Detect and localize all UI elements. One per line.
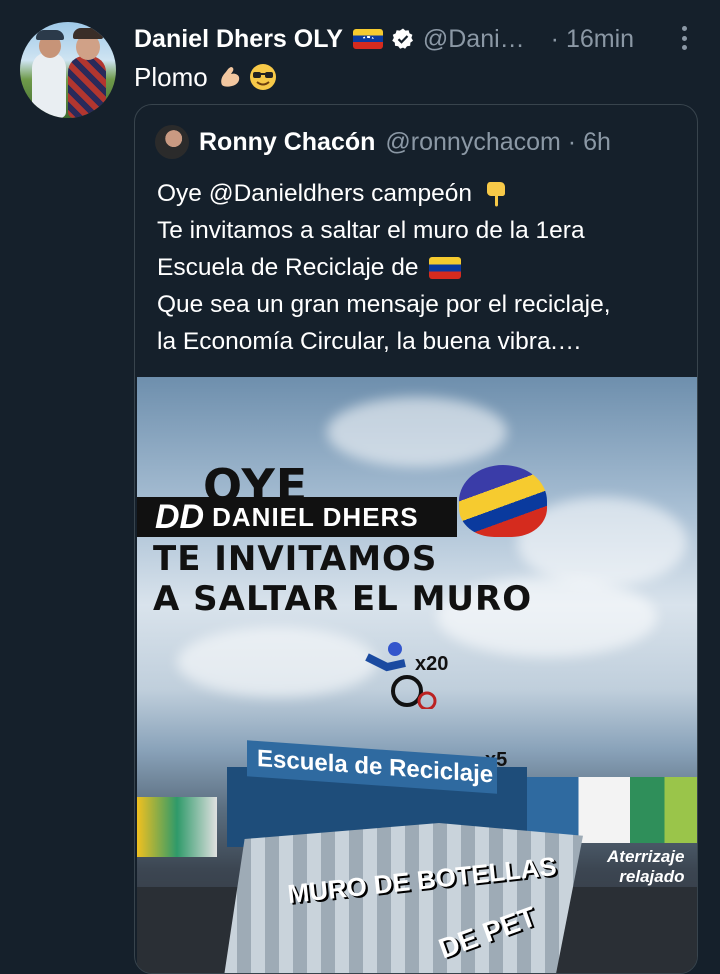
quoted-handle-time[interactable]: @ronnychacom · 6h <box>385 128 610 157</box>
tweet-timestamp[interactable]: · 16min <box>551 25 634 54</box>
quoted-media-image[interactable]: OYE DD DANIEL DHERS TE INVITAMOS A SALTA… <box>137 377 697 973</box>
tweet-text: Plomo <box>134 60 278 94</box>
author-handle[interactable]: @Dani… <box>423 25 525 54</box>
author-avatar[interactable] <box>20 22 116 118</box>
brand-name: DANIEL DHERS <box>212 501 419 532</box>
venezuela-flag-icon <box>352 29 383 49</box>
tweet-header: Daniel Dhers OLY @Dani… · 16min <box>134 22 634 56</box>
quoted-author-name[interactable]: Ronny Chacón <box>199 128 375 157</box>
poster-invite-line1: TE INVITAMOS <box>153 539 438 579</box>
quoted-line-text: la Economía Circular, la buena vibra.… <box>157 328 582 355</box>
landing-label: Aterrizaje relajado <box>607 847 684 887</box>
quoted-line: Te invitamos a saltar el muro de la 1era <box>157 212 687 249</box>
quoted-line-text: Oye @Danieldhers campeón <box>157 180 472 207</box>
landing-label-line2: relajado <box>619 867 685 886</box>
right-panels-graphic <box>527 777 697 843</box>
pointing-down-emoji <box>482 179 510 209</box>
quoted-author-avatar[interactable] <box>155 125 189 159</box>
side-panels-graphic <box>137 797 217 857</box>
venezuela-flag-icon <box>428 256 461 279</box>
more-icon[interactable] <box>676 26 692 50</box>
tweet[interactable]: Daniel Dhers OLY @Dani… · 16min Plomo Ro… <box>0 0 720 974</box>
quoted-tweet[interactable]: Ronny Chacón @ronnychacom · 6h Oye @Dani… <box>134 104 698 974</box>
author-name[interactable]: Daniel Dhers OLY <box>134 25 343 54</box>
quoted-line: la Economía Circular, la buena vibra.… <box>157 323 687 360</box>
landing-label-line1: Aterrizaje <box>607 847 685 866</box>
poster-brand-bar: DD DANIEL DHERS <box>137 497 457 537</box>
quoted-line: Oye @Danieldhers campeón <box>157 175 687 212</box>
poster-invite-line2: A SALTAR EL MURO <box>153 579 533 619</box>
flexed-biceps-emoji <box>216 63 244 91</box>
quoted-text: Oye @Danieldhers campeón Te invitamos a … <box>157 175 687 360</box>
tweet-text-content: Plomo <box>134 62 208 92</box>
quoted-line-text: Que sea un gran mensaje por el reciclaje… <box>157 291 611 318</box>
bottle-wall-graphic <box>223 823 583 973</box>
sunglasses-emoji <box>248 62 278 92</box>
quoted-header: Ronny Chacón @ronnychacom · 6h <box>199 125 611 159</box>
quoted-line-text: Te invitamos a saltar el muro de la 1era <box>157 217 585 244</box>
verified-icon <box>391 27 415 51</box>
brand-logo: DD <box>155 497 205 536</box>
quoted-line-text: Escuela de Reciclaje de <box>157 254 419 281</box>
multiplier-x20: x20 <box>415 653 449 675</box>
quoted-line: Que sea un gran mensaje por el reciclaje… <box>157 286 687 323</box>
helmet-graphic <box>459 465 547 537</box>
quoted-line: Escuela de Reciclaje de <box>157 249 687 286</box>
